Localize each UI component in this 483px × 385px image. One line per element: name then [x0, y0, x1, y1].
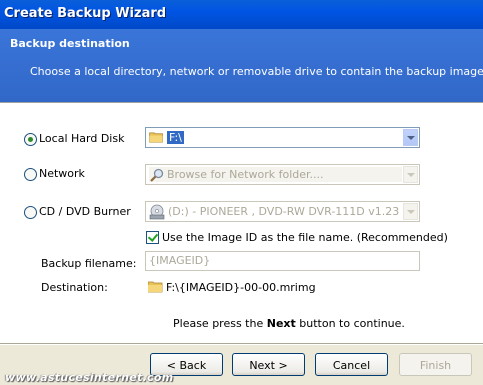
- cd-drive-value: (D:) - PIONEER , DVD-RW DVR-111D v1.23 (…: [168, 205, 400, 218]
- folder-icon: [149, 132, 163, 143]
- watermark-text: www.astucesinternet.com: [5, 371, 174, 384]
- network-folder-placeholder: Browse for Network folder....: [167, 168, 324, 181]
- network-folder-combo[interactable]: Browse for Network folder....: [145, 164, 420, 185]
- instruction-next-word: Next: [266, 317, 296, 330]
- header-title: Backup destination: [10, 37, 130, 50]
- local-hard-disk-radio[interactable]: [24, 133, 37, 146]
- next-button[interactable]: Next >: [232, 353, 305, 376]
- backup-filename-input[interactable]: [146, 252, 412, 269]
- wizard-content: Local Hard Disk F:\ Network Browse for N…: [0, 103, 483, 343]
- chevron-down-icon[interactable]: [403, 166, 418, 183]
- folder-icon: [148, 281, 163, 293]
- finish-button[interactable]: Finish: [399, 353, 472, 376]
- cd-drive-icon: [149, 204, 165, 220]
- backup-filename-field[interactable]: [145, 251, 420, 271]
- header-subtitle: Choose a local directory, network or rem…: [30, 65, 483, 78]
- local-hard-disk-label[interactable]: Local Hard Disk: [39, 132, 124, 145]
- cd-drive-combo[interactable]: (D:) - PIONEER , DVD-RW DVR-111D v1.23 (…: [145, 201, 420, 222]
- chevron-down-icon[interactable]: [403, 129, 418, 146]
- window-title: Create Backup Wizard: [4, 6, 167, 21]
- chevron-down-icon[interactable]: [403, 203, 418, 220]
- cd-dvd-burner-label[interactable]: CD / DVD Burner: [39, 205, 131, 218]
- use-image-id-label[interactable]: Use the Image ID as the file name. (Reco…: [162, 231, 448, 244]
- use-image-id-checkbox[interactable]: [146, 231, 159, 244]
- search-icon: [150, 168, 164, 182]
- wizard-header: Backup destination Choose a local direct…: [0, 29, 483, 102]
- cd-dvd-burner-radio[interactable]: [24, 206, 37, 219]
- instruction-text: Please press the Next button to continue…: [173, 317, 405, 330]
- network-radio[interactable]: [24, 168, 37, 181]
- cancel-button[interactable]: Cancel: [315, 353, 388, 376]
- local-drive-combo[interactable]: F:\: [145, 127, 420, 148]
- backup-filename-label: Backup filename:: [41, 257, 137, 270]
- title-bar: Create Backup Wizard: [0, 0, 483, 29]
- local-drive-value: F:\: [167, 131, 184, 144]
- network-label[interactable]: Network: [39, 167, 85, 180]
- destination-path: F:\{IMAGEID}-00-00.mrimg: [166, 281, 316, 294]
- destination-label: Destination:: [41, 281, 108, 294]
